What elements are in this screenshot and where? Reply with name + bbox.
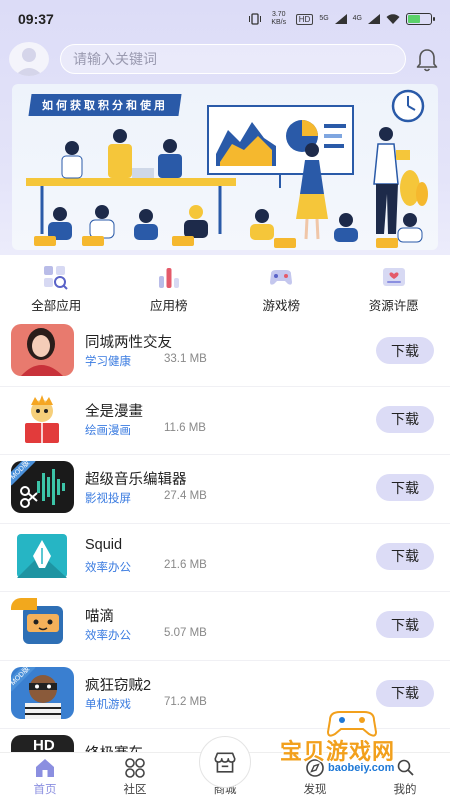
tab-label: 首页 [33, 784, 57, 796]
user-avatar-icon [15, 48, 43, 76]
app-photo-icon [11, 324, 74, 376]
category-game-ranking[interactable]: 游戏榜 [225, 262, 338, 318]
category-bar: 全部应用 应用榜 游戏榜 资源许愿 [0, 262, 450, 318]
wish-card-icon [382, 268, 405, 286]
app-list: 同城两性交友 学习健康 33.1 MB 下载 全是漫畫 绘画漫画 11.6 MB… [0, 318, 450, 798]
app-size: 5.07 MB [164, 627, 207, 639]
grid-search-icon [44, 266, 68, 290]
app-icon [11, 529, 74, 582]
category-label: 资源许愿 [368, 299, 419, 313]
wifi-icon [386, 13, 400, 24]
app-name: 同城两性交友 [85, 335, 172, 351]
category-all-apps[interactable]: 全部应用 [0, 262, 113, 318]
app-category[interactable]: 影视投屏 [85, 490, 131, 506]
download-button[interactable]: 下载 [376, 611, 434, 638]
download-button[interactable]: 下载 [376, 337, 434, 364]
app-size: 21.6 MB [164, 558, 207, 571]
signal-4g-label: 4G [352, 15, 362, 22]
app-name: Squid [85, 536, 123, 553]
status-time: 09:37 [18, 11, 54, 27]
category-label: 全部应用 [31, 299, 82, 313]
list-item[interactable]: 同城两性交友 学习健康 33.1 MB 下载 [0, 318, 450, 387]
banner[interactable]: 如何获取积分和使用 [12, 84, 438, 250]
hd-badge: HD [295, 13, 314, 25]
app-name: 疯狂窃贼2 [85, 677, 152, 694]
bell-icon[interactable] [414, 47, 440, 73]
avatar[interactable] [9, 42, 49, 76]
category-label: 应用榜 [149, 299, 188, 313]
app-icon [11, 324, 74, 376]
list-item[interactable]: MOD版 疯狂窃贼2 单机游戏 71.2 MB 下载 [0, 661, 450, 729]
tab-discover[interactable]: 发现 [270, 753, 360, 800]
list-item[interactable]: 全是漫畫 绘画漫画 11.6 MB 下载 [0, 387, 450, 455]
download-button[interactable]: 下载 [376, 542, 434, 570]
tab-label: 我的 [393, 784, 417, 796]
app-name: 全是漫畫 [85, 403, 143, 420]
signal-5g-label: 5G [319, 15, 329, 22]
vibrate-icon [248, 13, 261, 25]
app-category[interactable]: 效率办公 [85, 559, 131, 575]
net-speed: 3.70 KB/s [271, 11, 287, 26]
signal-icon-2 [368, 14, 380, 24]
bar-chart-icon [158, 268, 179, 288]
app-icon: MOD版 [11, 461, 74, 513]
tab-label: 社区 [123, 784, 147, 796]
tab-shop[interactable]: 商城 [180, 736, 270, 800]
community-icon [125, 758, 145, 778]
category-resource-wish[interactable]: 资源许愿 [338, 262, 450, 318]
banner-illustration [26, 89, 428, 248]
comic-reader-icon [25, 394, 59, 443]
pen-nib-icon [17, 533, 67, 578]
app-category[interactable]: 学习健康 [85, 353, 131, 369]
signal-icon [334, 14, 347, 24]
home-icon [36, 759, 54, 777]
app-name: 喵滴 [85, 609, 114, 625]
search-input[interactable] [73, 51, 405, 67]
tab-community[interactable]: 社区 [90, 753, 180, 800]
bottom-nav: 首页 社区 商城 发现 我的 [0, 736, 450, 800]
app-icon: MOD版 [11, 666, 74, 719]
app-size: 33.1 MB [164, 353, 207, 365]
app-icon [11, 392, 74, 445]
shop-icon [214, 752, 236, 773]
list-item[interactable]: 喵滴 效率办公 5.07 MB 下载 [0, 592, 450, 661]
download-button[interactable]: 下载 [376, 405, 434, 433]
profile-icon [397, 759, 414, 776]
status-icons: 3.70 KB/s HD 5G 4G [248, 11, 435, 27]
search-row [0, 42, 450, 76]
download-button[interactable]: 下载 [376, 474, 434, 501]
app-size: 11.6 MB [164, 421, 206, 434]
shop-button[interactable] [199, 736, 251, 788]
status-bar: 09:37 3.70 KB/s HD 5G 4G [0, 0, 450, 38]
app-category[interactable]: 绘画漫画 [85, 422, 131, 438]
cat-app-icon [11, 598, 63, 644]
battery-icon [406, 13, 435, 25]
download-button[interactable]: 下载 [376, 679, 434, 707]
app-category[interactable]: 效率办公 [85, 627, 131, 643]
tab-label: 发现 [303, 784, 327, 796]
list-item[interactable]: Squid 效率办公 21.6 MB 下载 [0, 524, 450, 592]
tab-home[interactable]: 首页 [0, 753, 90, 800]
gamepad-icon [270, 270, 293, 285]
search-box[interactable] [60, 44, 406, 74]
app-size: 27.4 MB [164, 490, 207, 502]
list-item[interactable]: MOD版 超级音乐编辑器 影视投屏 27.4 MB 下载 [0, 455, 450, 524]
discover-icon [306, 759, 324, 777]
app-category[interactable]: 单机游戏 [85, 696, 131, 712]
app-name: 超级音乐编辑器 [85, 472, 187, 488]
app-size: 71.2 MB [164, 695, 207, 708]
app-icon [11, 598, 74, 650]
category-app-ranking[interactable]: 应用榜 [113, 262, 226, 318]
tab-profile[interactable]: 我的 [360, 753, 450, 800]
category-label: 游戏榜 [262, 299, 300, 313]
